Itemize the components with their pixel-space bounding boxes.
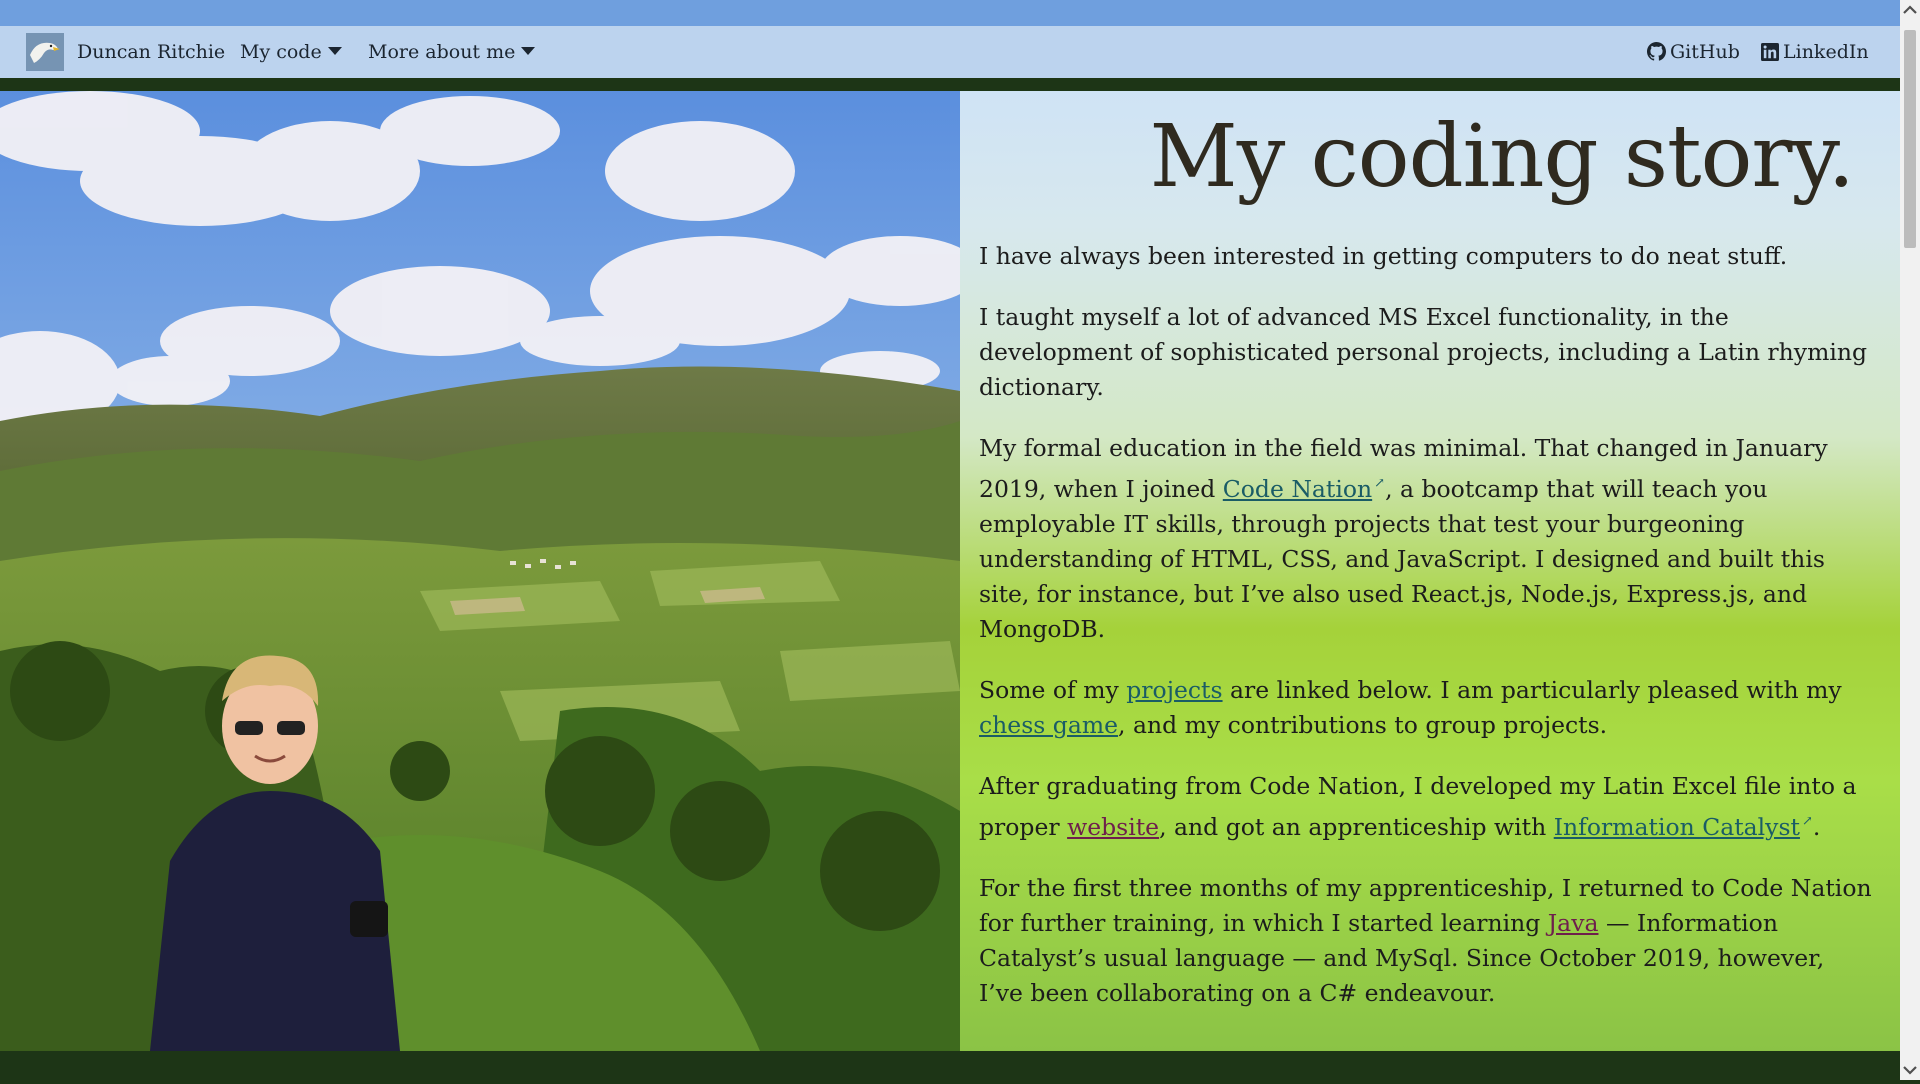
my-code-label: My code [240, 41, 322, 63]
linkedin-icon [1761, 43, 1779, 61]
navbar: Duncan Ritchie My code More about me Git… [0, 26, 1900, 78]
story-text-run: are linked below. I am particularly plea… [1222, 676, 1842, 704]
external-link-icon: ↗ [1374, 476, 1386, 491]
story-text: I have always been interested in getting… [979, 239, 1874, 1037]
story-text-run: , and got an apprenticeship with [1159, 813, 1554, 841]
scroll-up-arrow-icon[interactable] [1900, 0, 1920, 20]
latin-website-link[interactable]: website [1067, 813, 1159, 841]
story-text-run: . [1812, 813, 1821, 841]
github-link[interactable]: GitHub [1647, 26, 1740, 78]
scrollbar-thumb[interactable] [1904, 30, 1916, 248]
information-catalyst-link[interactable]: Information Catalyst [1554, 813, 1800, 841]
story-paragraph: For the first three months of my apprent… [979, 871, 1874, 1011]
story-paragraph: My formal education in the field was min… [979, 431, 1874, 647]
chess-game-link[interactable]: chess game [979, 711, 1118, 739]
github-label: GitHub [1670, 41, 1740, 63]
more-about-label: More about me [368, 41, 516, 63]
story-paragraph: Some of my projects are linked below. I … [979, 673, 1874, 743]
page: Duncan Ritchie My code More about me Git… [0, 0, 1900, 1080]
story-paragraph: I have always been interested in getting… [979, 242, 1788, 270]
linkedin-link[interactable]: LinkedIn [1761, 26, 1869, 78]
java-link[interactable]: Java [1548, 909, 1599, 937]
story-text-run: Some of my [979, 676, 1127, 704]
vertical-scrollbar[interactable] [1900, 0, 1920, 1080]
linkedin-label: LinkedIn [1783, 41, 1869, 63]
more-about-dropdown[interactable]: More about me [368, 26, 536, 78]
github-icon [1647, 42, 1666, 61]
hero-photo [0, 91, 960, 1051]
story-paragraph: I taught myself a lot of advanced MS Exc… [979, 303, 1868, 401]
my-code-dropdown[interactable]: My code [240, 26, 342, 78]
story-paragraph: After graduating from Code Nation, I dev… [979, 769, 1874, 845]
story-text-run: , and my contributions to group projects… [1118, 711, 1608, 739]
brand-name-link[interactable]: Duncan Ritchie [77, 26, 225, 78]
projects-link[interactable]: projects [1126, 676, 1222, 704]
caret-down-icon [327, 47, 342, 55]
eagle-logo-icon[interactable] [26, 33, 64, 71]
external-link-icon: ↗ [1801, 814, 1813, 829]
scroll-down-arrow-icon[interactable] [1900, 1060, 1920, 1080]
code-nation-link[interactable]: Code Nation [1223, 475, 1372, 503]
page-title: My coding story. [1149, 107, 1855, 207]
caret-down-icon [521, 47, 536, 55]
coding-story-section: My coding story. I have always been inte… [960, 78, 1900, 1051]
